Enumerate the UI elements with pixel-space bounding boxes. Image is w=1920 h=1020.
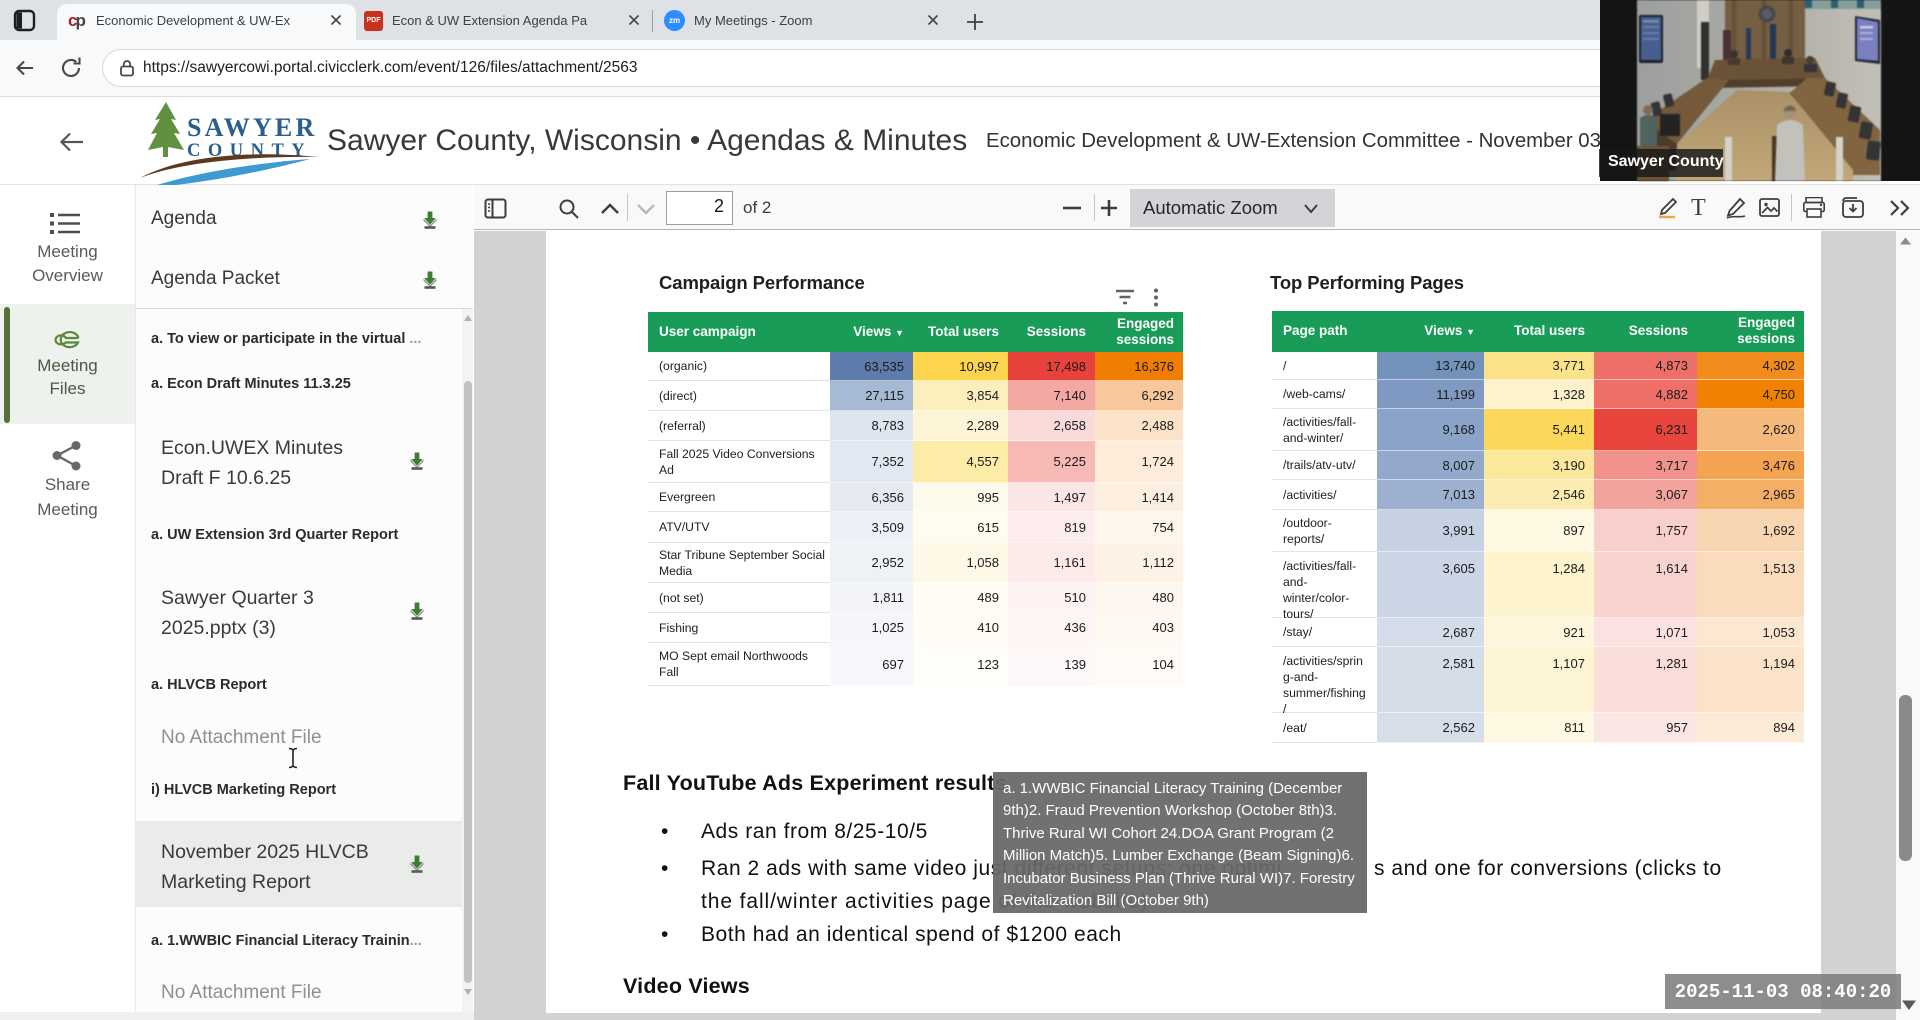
svg-text:SAWYER: SAWYER <box>187 113 317 142</box>
